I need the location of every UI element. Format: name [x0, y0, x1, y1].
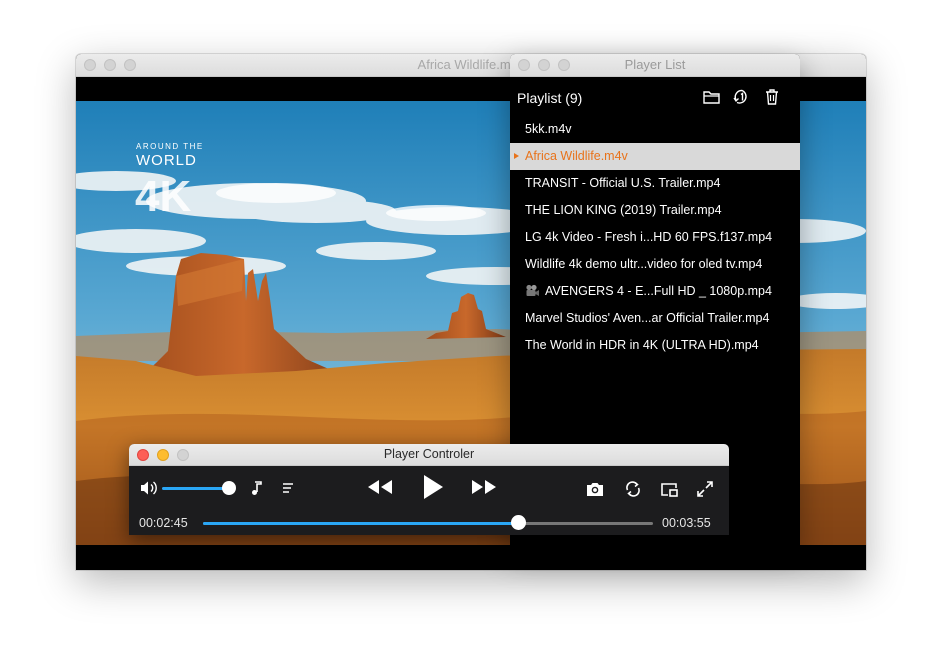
controller-titlebar[interactable]: Player Controler: [129, 444, 729, 466]
controller-title: Player Controler: [383, 447, 475, 461]
minimize-button[interactable]: [104, 59, 116, 71]
volume-icon[interactable]: [139, 479, 159, 502]
list-item[interactable]: The World in HDR in 4K (ULTRA HD).mp4: [510, 332, 800, 359]
seek-bar-knob[interactable]: [511, 515, 526, 530]
repeat-one-icon[interactable]: [732, 87, 752, 107]
controller-zoom-button[interactable]: [177, 448, 189, 461]
list-item[interactable]: Marvel Studios' Aven...ar Official Trail…: [510, 305, 800, 332]
list-item[interactable]: THE LION KING (2019) Trailer.mp4: [510, 197, 800, 224]
movie-camera-icon: [525, 280, 540, 296]
music-note-icon[interactable]: [249, 479, 265, 502]
duration-time: 00:03:55: [662, 516, 711, 530]
rewind-icon[interactable]: [366, 477, 394, 502]
list-item[interactable]: AVENGERS 4 - E...Full HD _ 1080p.mp4: [510, 278, 800, 305]
list-item-active[interactable]: Africa Wildlife.m4v: [510, 143, 800, 170]
list-icon[interactable]: [280, 480, 296, 501]
playlist-close-button[interactable]: [518, 59, 530, 71]
seek-bar-progress: [203, 522, 518, 525]
zoom-button[interactable]: [124, 59, 136, 71]
list-item[interactable]: LG 4k Video - Fresh i...HD 60 FPS.f137.m…: [510, 224, 800, 251]
playlist-header: Playlist (9): [517, 90, 583, 106]
close-button[interactable]: [84, 59, 96, 71]
folder-icon[interactable]: [702, 87, 722, 107]
playlist-titlebar[interactable]: Player List: [510, 54, 800, 77]
logo-around-the: AROUND THE: [136, 142, 204, 151]
camera-icon[interactable]: [585, 480, 605, 503]
fullscreen-icon[interactable]: [696, 480, 714, 503]
pip-icon[interactable]: [659, 480, 679, 503]
list-item[interactable]: Wildlife 4k demo ultr...video for oled t…: [510, 251, 800, 278]
controller-minimize-button[interactable]: [157, 448, 169, 461]
playlist-minimize-button[interactable]: [538, 59, 550, 71]
player-controller: Player Controler 00:02:45 00:03:55: [129, 444, 729, 535]
trash-icon[interactable]: [762, 87, 782, 107]
playlist-window-title: Player List: [624, 57, 686, 72]
volume-slider-knob[interactable]: [221, 481, 236, 495]
seek-bar[interactable]: [203, 522, 653, 525]
list-item[interactable]: 5kk.m4v: [510, 116, 800, 143]
list-item[interactable]: TRANSIT - Official U.S. Trailer.mp4: [510, 170, 800, 197]
fast-forward-icon[interactable]: [470, 477, 498, 502]
playlist: 5kk.m4v Africa Wildlife.m4v TRANSIT - Of…: [510, 116, 800, 359]
window-title: Africa Wildlife.m4v: [417, 57, 525, 72]
play-icon[interactable]: [421, 473, 445, 506]
repeat-icon[interactable]: [623, 479, 643, 504]
controller-close-button[interactable]: [137, 448, 149, 461]
playlist-toolbar: [702, 87, 782, 107]
elapsed-time: 00:02:45: [139, 516, 188, 530]
volume-slider[interactable]: [162, 487, 229, 490]
logo-4k: 4K: [135, 172, 191, 221]
playlist-zoom-button[interactable]: [558, 59, 570, 71]
logo-world: WORLD: [136, 152, 197, 169]
